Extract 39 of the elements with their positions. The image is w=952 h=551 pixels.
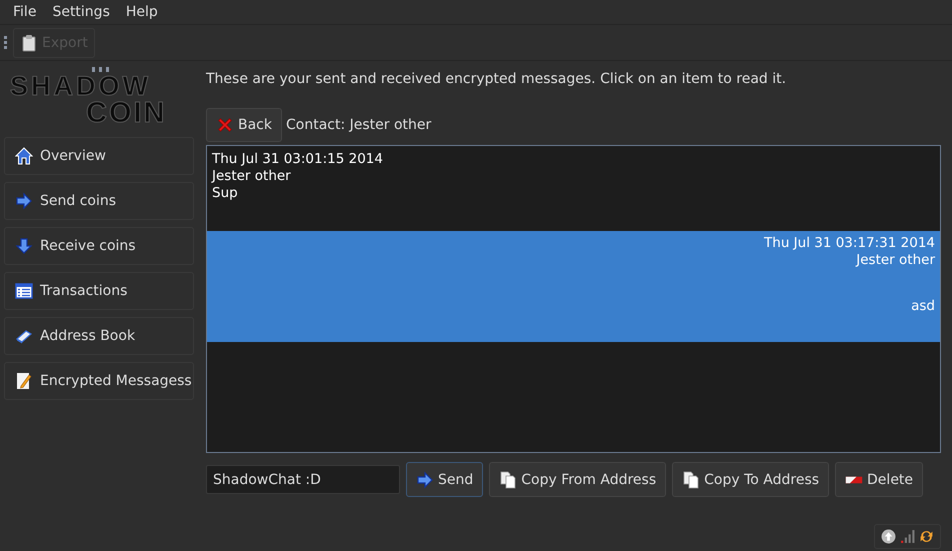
copy-icon — [682, 470, 700, 488]
contact-label: Contact: Jester other — [286, 117, 432, 133]
copy-icon — [499, 470, 518, 488]
toolbar-grip-icon[interactable] — [4, 36, 7, 50]
list-icon — [15, 282, 33, 300]
sidebar-item[interactable]: Address Book — [4, 317, 194, 355]
cross-icon — [216, 116, 234, 134]
upload-icon — [881, 528, 896, 544]
message-sender: Jester other — [856, 252, 935, 269]
right-arrow-icon — [15, 192, 33, 210]
delete-button[interactable]: Delete — [835, 462, 924, 497]
copy-from-address-button[interactable]: Copy From Address — [489, 462, 666, 497]
copy-to-address-button[interactable]: Copy To Address — [672, 462, 830, 497]
message-time: Thu Jul 31 03:17:31 2014 — [764, 235, 935, 252]
message-time: Thu Jul 31 03:01:15 2014 — [212, 151, 384, 168]
message-text: asd — [911, 298, 935, 315]
house-icon — [15, 147, 33, 165]
menu-item[interactable]: Settings — [44, 4, 118, 20]
down-arrow-icon — [15, 237, 33, 255]
send-button[interactable]: Send — [406, 462, 484, 497]
sidebar-item[interactable]: Send coins — [4, 182, 194, 220]
message-item[interactable]: Thu Jul 31 03:01:15 2014 Jester other Sup — [207, 146, 940, 231]
message-input-field[interactable]: ShadowChat :D — [206, 465, 400, 494]
signal-icon — [900, 528, 915, 544]
menu-item[interactable]: File — [5, 4, 44, 20]
sidebar-item[interactable]: Receive coins — [4, 227, 194, 265]
message-sender: Jester other — [212, 168, 292, 185]
sidebar-item[interactable]: Overview — [4, 137, 194, 175]
menu-item[interactable]: Help — [118, 4, 166, 20]
back-button[interactable]: Back — [206, 108, 282, 142]
sync-icon — [919, 528, 934, 544]
message-text: Sup — [212, 185, 239, 202]
sidebar-item[interactable]: Encrypted Messagess — [4, 362, 194, 400]
notepad-icon — [15, 372, 33, 390]
clipboard-icon — [20, 34, 38, 52]
sidebar-item[interactable]: Transactions — [4, 272, 194, 310]
message-item[interactable]: Thu Jul 31 03:17:31 2014 Jester other asd — [207, 231, 940, 342]
intro-text: These are your sent and received encrypted messages. Click on an item to read it. — [206, 71, 788, 89]
right-arrow-icon — [416, 470, 434, 488]
